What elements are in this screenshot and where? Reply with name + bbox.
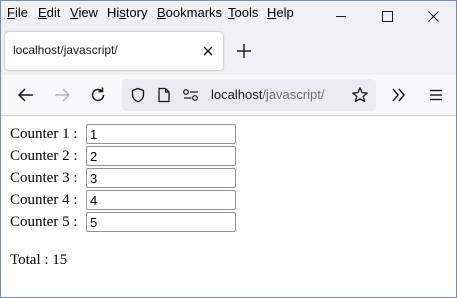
reload-button[interactable] (88, 85, 108, 105)
back-arrow-icon (17, 88, 33, 102)
counter-row-5: Counter 5 : (10, 211, 236, 233)
page-icon[interactable] (157, 87, 171, 103)
menu-edit[interactable]: Edit (38, 5, 60, 20)
counter-1-label: Counter 1 : (10, 125, 78, 142)
counter-5-label: Counter 5 : (10, 213, 78, 230)
overflow-menu-button[interactable] (389, 85, 409, 105)
menu-history[interactable]: History (107, 5, 147, 20)
counter-4-input[interactable] (86, 190, 236, 210)
app-menu-button[interactable] (426, 85, 446, 105)
navigation-toolbar: localhost/javascript/ (1, 75, 456, 116)
back-button[interactable] (16, 85, 36, 105)
forward-button[interactable] (52, 85, 72, 105)
browser-window: File Edit View History Bookmarks Tools H… (0, 0, 457, 298)
minimize-icon (336, 16, 346, 17)
counter-row-3: Counter 3 : (10, 167, 236, 189)
chevron-double-right-icon (392, 88, 405, 102)
counter-2-input[interactable] (86, 146, 236, 166)
maximize-icon (381, 10, 393, 22)
hamburger-menu-icon (430, 89, 442, 101)
counter-5-input[interactable] (86, 212, 236, 232)
counter-3-label: Counter 3 : (10, 169, 78, 186)
address-bar[interactable]: localhost/javascript/ (122, 79, 376, 111)
menu-tools[interactable]: Tools (228, 5, 258, 20)
url-text: localhost/javascript/ (211, 87, 325, 102)
tab-active[interactable]: localhost/javascript/ (5, 32, 223, 70)
counter-row-2: Counter 2 : (10, 145, 236, 167)
menu-view[interactable]: View (70, 5, 98, 20)
permissions-icon[interactable] (182, 88, 200, 102)
counter-4-label: Counter 4 : (10, 191, 78, 208)
tab-close-icon[interactable] (201, 44, 215, 58)
menu-bar: File Edit View History Bookmarks Tools H… (1, 1, 456, 25)
menu-file[interactable]: File (7, 5, 28, 20)
menu-bookmarks[interactable]: Bookmarks (157, 5, 222, 20)
menu-help[interactable]: Help (267, 5, 294, 20)
counter-2-label: Counter 2 : (10, 147, 78, 164)
tab-title: localhost/javascript/ (13, 43, 118, 57)
counter-row-1: Counter 1 : (10, 123, 236, 145)
counter-3-input[interactable] (86, 168, 236, 188)
reload-icon (91, 87, 105, 102)
forward-arrow-icon (55, 88, 71, 102)
bookmark-star-icon[interactable] (351, 86, 369, 104)
shield-icon[interactable] (130, 87, 146, 103)
close-icon (427, 10, 439, 22)
tab-strip: localhost/javascript/ (1, 25, 456, 75)
new-tab-icon[interactable] (235, 42, 253, 60)
counter-row-4: Counter 4 : (10, 189, 236, 211)
total-text: Total : 15 (10, 252, 68, 268)
counter-1-input[interactable] (86, 124, 236, 144)
page-content: Counter 1 : Counter 2 : Counter 3 : Coun… (1, 116, 456, 297)
